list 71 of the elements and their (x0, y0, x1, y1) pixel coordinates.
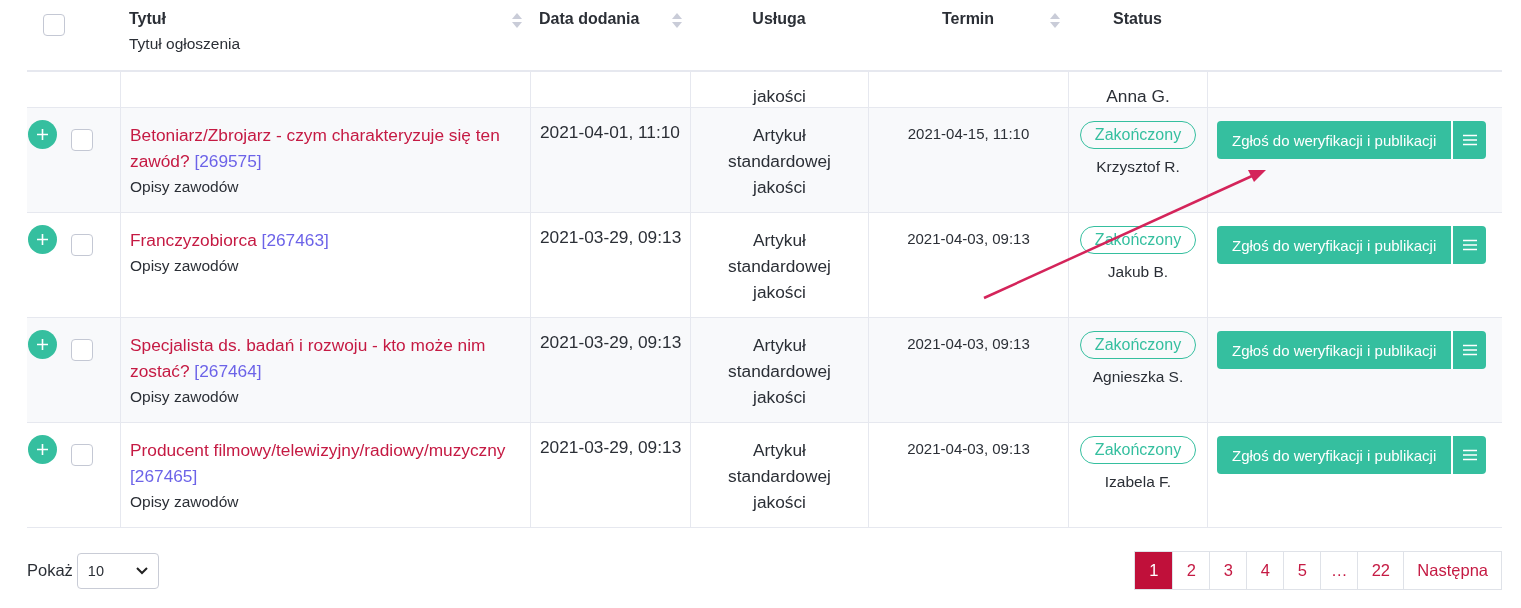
expand-button[interactable] (28, 330, 57, 359)
author-name: Anna G. (1106, 86, 1170, 107)
sort-icon[interactable] (512, 13, 522, 28)
menu-button[interactable] (1451, 331, 1487, 369)
article-id-link[interactable]: [267465] (130, 466, 198, 486)
category-text: Opisy zawodów (130, 493, 240, 511)
plus-icon (36, 233, 49, 246)
article-id-link[interactable]: [267464] (194, 361, 262, 381)
menu-icon (1461, 239, 1478, 251)
article-title[interactable]: Betoniarz/Zbrojarz - czym charakteryzuje się ten zawód? [269575] (130, 122, 521, 174)
page-link[interactable]: 4 (1246, 552, 1284, 589)
author-name: Jakub B. (1107, 263, 1169, 281)
menu-button[interactable] (1451, 436, 1487, 474)
checkbox[interactable] (71, 339, 93, 361)
service-text: jakości (753, 86, 806, 107)
deadline-text: 2021-04-03, 09:13 (907, 230, 1030, 247)
page-size-select[interactable]: 10 (76, 552, 159, 589)
column-header[interactable]: Termin (941, 10, 995, 28)
date-added: 2021-03-29, 09:13 (540, 332, 682, 352)
chevron-down-icon (135, 566, 148, 575)
article-title[interactable]: Specjalista ds. badań i rozwoju - kto może nim zostać? [267464] (130, 332, 521, 384)
expand-button[interactable] (28, 225, 57, 254)
page-size-label: Pokaż (27, 561, 73, 580)
author-name: Izabela F. (1104, 473, 1172, 491)
date-added: 2021-03-29, 09:13 (540, 437, 682, 457)
menu-icon (1461, 344, 1478, 356)
menu-icon (1461, 134, 1478, 146)
plus-icon (36, 443, 49, 456)
page-link[interactable]: 5 (1283, 552, 1321, 589)
checkbox[interactable] (71, 129, 93, 151)
article-title[interactable]: Producent filmowy/telewizyjny/radiowy/muzyczny [267465] (130, 437, 521, 489)
column-subheader: Tytuł ogłoszenia (129, 35, 241, 53)
menu-button[interactable] (1451, 121, 1487, 159)
category-text: Opisy zawodów (130, 388, 240, 406)
deadline-text: 2021-04-15, 11:10 (907, 125, 1030, 142)
sort-icon[interactable] (672, 13, 682, 28)
category-text: Opisy zawodów (130, 178, 240, 196)
deadline-text: 2021-04-03, 09:13 (907, 440, 1030, 457)
expand-button[interactable] (28, 120, 57, 149)
service-text: Artykuł standardowej jakości (728, 125, 831, 197)
plus-icon (36, 338, 49, 351)
column-header[interactable]: Usługa (752, 10, 806, 28)
date-added: 2021-03-29, 09:13 (540, 227, 682, 247)
article-id-link[interactable]: [267463] (261, 230, 329, 250)
plus-icon (36, 128, 49, 141)
page-link[interactable]: 22 (1357, 552, 1404, 589)
checkbox[interactable] (71, 444, 93, 466)
deadline-text: 2021-04-03, 09:13 (907, 335, 1030, 352)
menu-button[interactable] (1451, 226, 1487, 264)
category-text: Opisy zawodów (130, 257, 240, 275)
column-header[interactable]: Data dodania (539, 10, 640, 28)
article-id-link[interactable]: [269575] (194, 151, 262, 171)
author-name: Krzysztof R. (1096, 158, 1180, 176)
article-title[interactable]: Franczyzobiorca [267463] (130, 227, 521, 253)
column-header[interactable]: Status (1113, 10, 1162, 28)
page-link[interactable]: 2 (1172, 552, 1210, 589)
column-header[interactable]: Tytuł (129, 10, 167, 28)
checkbox[interactable] (43, 14, 65, 36)
next-page-link[interactable]: Następna (1403, 552, 1501, 589)
service-text: Artykuł standardowej jakości (728, 335, 831, 407)
sort-icon[interactable] (1050, 13, 1060, 28)
page-link[interactable]: 3 (1209, 552, 1247, 589)
service-text: Artykuł standardowej jakości (728, 440, 831, 512)
date-added: 2021-04-01, 11:10 (540, 122, 680, 142)
expand-button[interactable] (28, 435, 57, 464)
menu-icon (1461, 449, 1478, 461)
page-link[interactable]: … (1320, 552, 1358, 589)
page-link[interactable]: 1 (1135, 552, 1173, 589)
checkbox[interactable] (71, 234, 93, 256)
author-name: Agnieszka S. (1092, 368, 1184, 386)
service-text: Artykuł standardowej jakości (728, 230, 831, 302)
